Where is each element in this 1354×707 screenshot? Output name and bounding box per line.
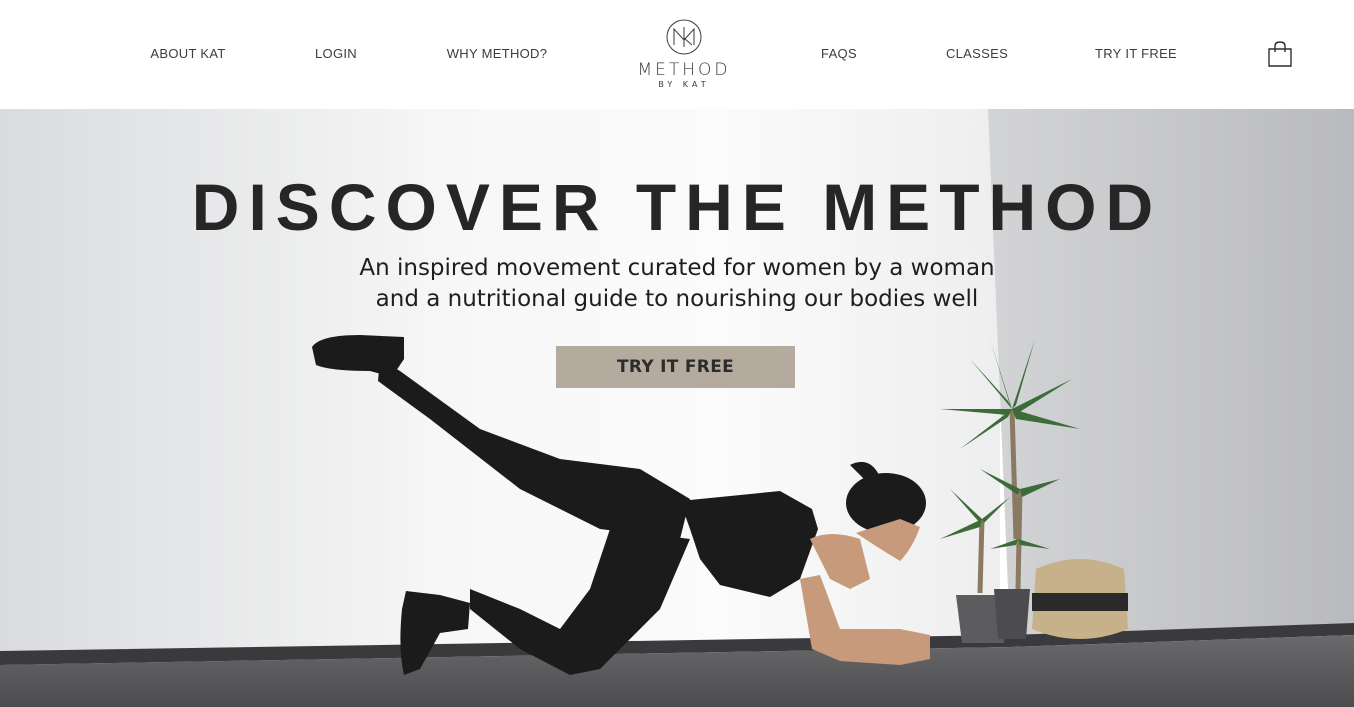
try-it-free-button[interactable]: TRY IT FREE	[556, 346, 795, 388]
monogram-circle-icon	[666, 19, 702, 55]
nav-about-kat[interactable]: ABOUT KAT	[150, 46, 225, 61]
nav-faqs[interactable]: FAQS	[821, 46, 857, 61]
hero-section: DISCOVER THE METHOD An inspired movement…	[0, 109, 1354, 707]
nav-classes[interactable]: CLASSES	[946, 46, 1008, 61]
logo-wordmark: METHOD	[637, 60, 731, 80]
brand-logo[interactable]: METHOD BY KAT	[636, 18, 732, 92]
hero-title: DISCOVER THE METHOD	[191, 170, 1163, 244]
nav-why-method[interactable]: WHY METHOD?	[447, 46, 548, 61]
site-header: ABOUT KAT LOGIN WHY METHOD? METHOD BY KA…	[0, 0, 1354, 109]
cart-button[interactable]	[1267, 40, 1293, 68]
nav-try-it-free[interactable]: TRY IT FREE	[1095, 46, 1177, 61]
nav-login[interactable]: LOGIN	[315, 46, 357, 61]
logo-tagline: BY KAT	[658, 80, 710, 89]
hero-subtitle-line-2: and a nutritional guide to nourishing ou…	[375, 286, 979, 312]
shopping-bag-icon	[1268, 41, 1292, 67]
hero-subtitle: An inspired movement curated for women b…	[0, 253, 1354, 315]
hero-subtitle-line-1: An inspired movement curated for women b…	[359, 255, 995, 281]
